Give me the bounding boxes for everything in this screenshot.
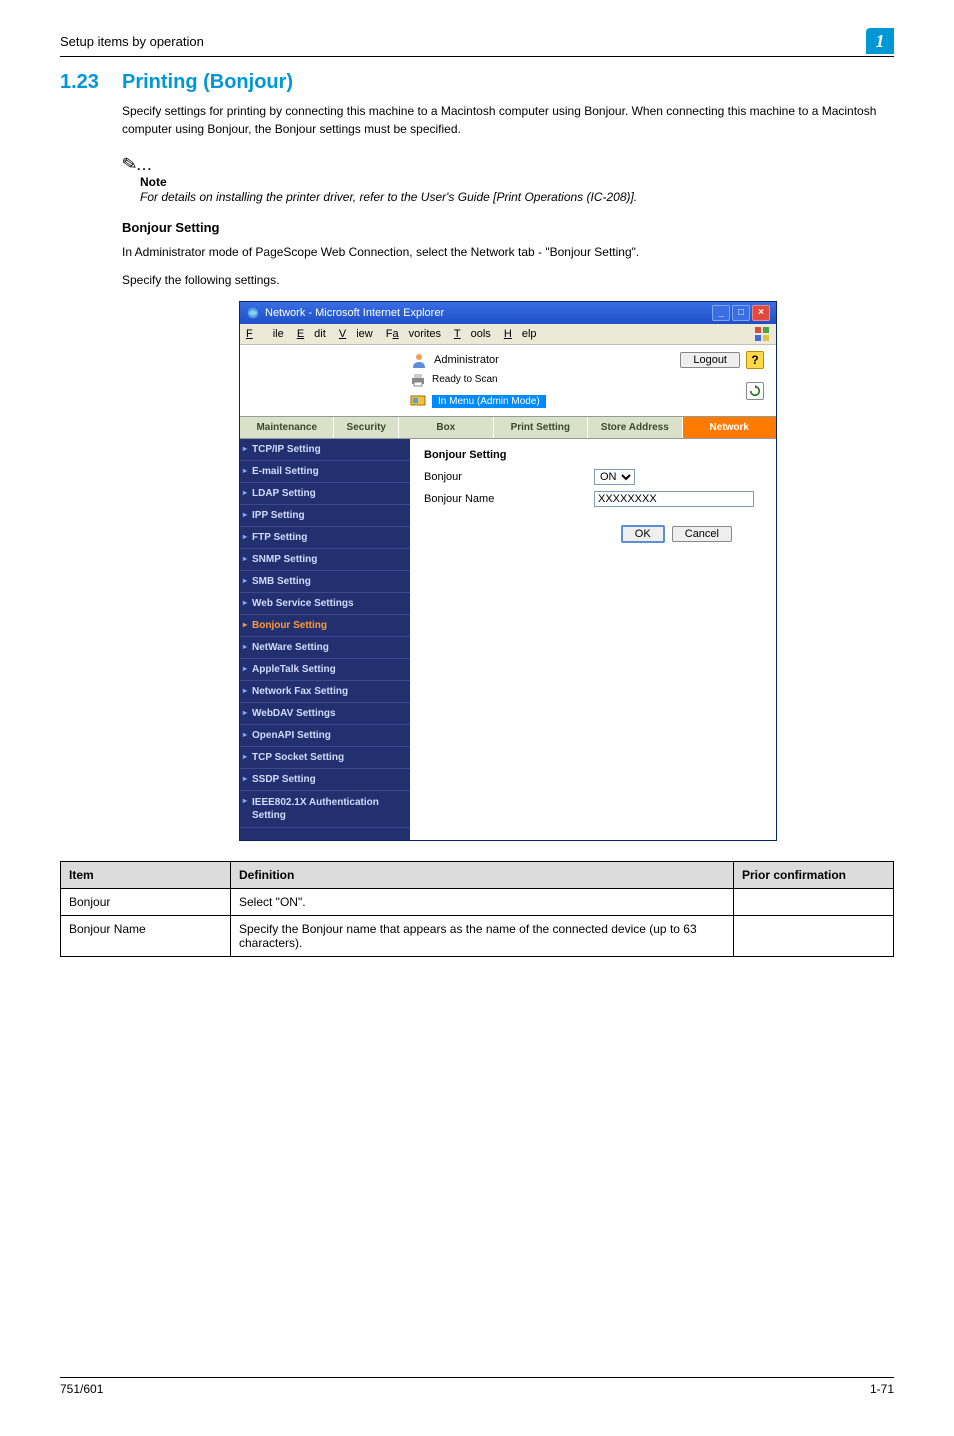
printer-icon xyxy=(410,373,426,387)
chapter-badge: 1 xyxy=(866,28,894,54)
sidebar-item-networkfax[interactable]: Network Fax Setting xyxy=(240,681,410,703)
menu-tools[interactable]: Tools xyxy=(454,328,491,340)
section-title: 1.23Printing (Bonjour) xyxy=(60,71,894,94)
sidebar-item-appletalk[interactable]: AppleTalk Setting xyxy=(240,659,410,681)
sidebar-item-ssdp[interactable]: SSDP Setting xyxy=(240,769,410,791)
sidebar-item-email[interactable]: E-mail Setting xyxy=(240,461,410,483)
menu-help[interactable]: Help xyxy=(504,328,537,340)
minimize-button[interactable]: _ xyxy=(712,305,730,321)
sidebar: TCP/IP Setting E-mail Setting LDAP Setti… xyxy=(240,439,410,840)
note-icon: ✎ xyxy=(120,153,139,176)
tab-box[interactable]: Box xyxy=(399,417,493,438)
cell-item: Bonjour xyxy=(61,888,231,915)
sidebar-item-smb[interactable]: SMB Setting xyxy=(240,571,410,593)
tab-store-address[interactable]: Store Address xyxy=(588,417,682,438)
sidebar-item-openapi[interactable]: OpenAPI Setting xyxy=(240,725,410,747)
th-item: Item xyxy=(61,861,231,888)
bonjour-select[interactable]: ON xyxy=(594,469,635,485)
th-prior: Prior confirmation xyxy=(734,861,894,888)
footer-right: 1-71 xyxy=(870,1382,894,1396)
sidebar-item-ldap[interactable]: LDAP Setting xyxy=(240,483,410,505)
tab-network[interactable]: Network xyxy=(683,417,776,438)
sidebar-item-webservice[interactable]: Web Service Settings xyxy=(240,593,410,615)
menu-edit[interactable]: Edit xyxy=(297,328,326,340)
titlebar: Network - Microsoft Internet Explorer _ … xyxy=(240,302,776,324)
close-button[interactable]: × xyxy=(752,305,770,321)
sub-heading: Bonjour Setting xyxy=(122,220,894,235)
note-label: Note xyxy=(140,175,894,189)
definition-table: Item Definition Prior confirmation Bonjo… xyxy=(60,861,894,957)
tab-security[interactable]: Security xyxy=(334,417,399,438)
table-row: Bonjour Select "ON". xyxy=(61,888,894,915)
menubar: File Edit View Favorites Tools Help xyxy=(240,324,776,345)
sub-paragraph-2: Specify the following settings. xyxy=(122,271,894,289)
tab-maintenance[interactable]: Maintenance xyxy=(240,417,334,438)
admin-icon xyxy=(410,351,428,369)
settings-panel: Bonjour Setting Bonjour ON Bonjour Name xyxy=(410,439,776,840)
bonjour-name-label: Bonjour Name xyxy=(424,493,594,505)
windows-flag-icon xyxy=(754,326,770,342)
cell-definition: Specify the Bonjour name that appears as… xyxy=(231,915,734,956)
ie-icon xyxy=(246,306,260,320)
bonjour-label: Bonjour xyxy=(424,471,594,483)
cell-definition: Select "ON". xyxy=(231,888,734,915)
menu-view[interactable]: View xyxy=(339,328,373,340)
logout-button[interactable]: Logout xyxy=(680,352,740,368)
note-block: ✎... Note For details on installing the … xyxy=(122,154,894,206)
section-number: 1.23 xyxy=(60,71,122,94)
sidebar-item-tcpip[interactable]: TCP/IP Setting xyxy=(240,439,410,461)
panel-title: Bonjour Setting xyxy=(424,449,762,461)
note-text: For details on installing the printer dr… xyxy=(140,189,894,206)
admin-label: Administrator xyxy=(434,354,499,366)
browser-window: Network - Microsoft Internet Explorer _ … xyxy=(239,301,777,841)
cell-item: Bonjour Name xyxy=(61,915,231,956)
table-row: Bonjour Name Specify the Bonjour name th… xyxy=(61,915,894,956)
sidebar-item-tcpsocket[interactable]: TCP Socket Setting xyxy=(240,747,410,769)
panel-icon xyxy=(410,393,426,410)
th-definition: Definition xyxy=(231,861,734,888)
tabstrip: Maintenance Security Box Print Setting S… xyxy=(240,416,776,439)
sidebar-item-ipp[interactable]: IPP Setting xyxy=(240,505,410,527)
page-footer: 751/601 1-71 xyxy=(60,1377,894,1396)
maximize-button[interactable]: □ xyxy=(732,305,750,321)
tab-print-setting[interactable]: Print Setting xyxy=(494,417,588,438)
window-title: Network - Microsoft Internet Explorer xyxy=(265,307,444,319)
status-ready: Ready to Scan xyxy=(432,374,498,385)
refresh-button[interactable] xyxy=(746,382,764,400)
menu-favorites[interactable]: Favorites xyxy=(386,328,441,340)
sidebar-item-ieee8021x[interactable]: IEEE802.1X Authentication Setting xyxy=(240,791,410,828)
intro-paragraph: Specify settings for printing by connect… xyxy=(122,102,894,138)
sub-paragraph-1: In Administrator mode of PageScope Web C… xyxy=(122,243,894,261)
sidebar-item-netware[interactable]: NetWare Setting xyxy=(240,637,410,659)
note-dots: ... xyxy=(137,159,153,173)
help-button[interactable]: ? xyxy=(746,351,764,369)
sidebar-item-bonjour[interactable]: Bonjour Setting xyxy=(240,615,410,637)
sidebar-item-snmp[interactable]: SNMP Setting xyxy=(240,549,410,571)
running-header: Setup items by operation 1 xyxy=(60,28,894,57)
section-heading: Printing (Bonjour) xyxy=(122,71,293,93)
sidebar-item-webdav[interactable]: WebDAV Settings xyxy=(240,703,410,725)
ok-button[interactable]: OK xyxy=(621,525,665,543)
status-menu-chip: In Menu (Admin Mode) xyxy=(432,395,546,408)
bonjour-name-input[interactable] xyxy=(594,491,754,507)
window-controls: _ □ × xyxy=(712,305,770,321)
sidebar-item-ftp[interactable]: FTP Setting xyxy=(240,527,410,549)
header-left: Setup items by operation xyxy=(60,34,204,49)
menu-file[interactable]: File xyxy=(246,328,284,340)
cell-prior xyxy=(734,915,894,956)
cancel-button[interactable]: Cancel xyxy=(672,526,732,542)
cell-prior xyxy=(734,888,894,915)
footer-left: 751/601 xyxy=(60,1382,103,1396)
